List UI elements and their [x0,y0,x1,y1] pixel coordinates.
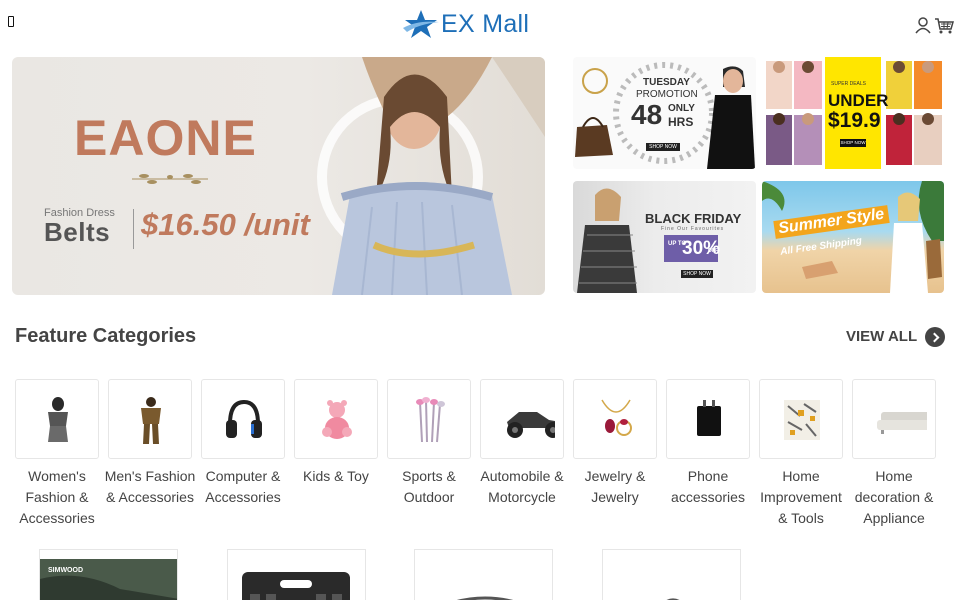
category-home-improvement[interactable]: Home Improvement & Tools [759,379,843,529]
product-image [40,559,177,600]
category-image-box[interactable] [108,379,192,459]
category-image-box[interactable] [666,379,750,459]
hero-model-image [317,57,545,295]
leaf-sprig-icon [132,174,208,184]
tools-icon [784,400,820,440]
category-label: Sports & Outdoor [402,468,456,505]
category-home-decoration[interactable]: Home decoration & Appliance [852,379,936,529]
sofa-icon [877,412,927,434]
category-image-box[interactable] [387,379,471,459]
atv-icon [507,412,555,438]
logo[interactable]: EX Mall [403,7,529,41]
category-mens-fashion[interactable]: Men's Fashion & Accessories [105,379,195,508]
black-friday-tagline: Fine Our Favourites [661,226,725,232]
black-friday-title: BLACK FRIDAY [645,211,742,226]
womens-outfit-icon [48,397,68,442]
black-friday-model-image [577,188,637,293]
charger-icon [697,400,721,436]
category-image-box[interactable] [759,379,843,459]
hero-divider [133,209,134,249]
category-label: Computer & Accessories [205,468,281,505]
menu-icon[interactable] [8,16,14,27]
tuesday-hrs: HRS [668,115,694,129]
summer-style-banner[interactable]: Summer Style All Free Shipping [762,181,944,293]
mens-outfit-icon [141,397,161,444]
chevron-right-icon[interactable] [925,327,945,347]
logo-text: EX Mall [441,9,530,38]
hero-banner[interactable]: EAONE Fashion Dress Belts $16.50 /unit [12,57,545,295]
product-card[interactable] [227,549,366,600]
under-top-text: SUPER DEALS [831,81,867,87]
category-label: Women's Fashion & Accessories [19,468,95,526]
feature-categories-title: Feature Categories [15,325,197,347]
tuesday-title: TUESDAY [643,77,690,88]
category-computer[interactable]: Computer & Accessories [201,379,285,508]
category-phone-accessories[interactable]: Phone accessories [666,379,750,508]
badge-off: OFF [708,248,718,254]
cart-icon[interactable] [934,18,954,34]
under-text: UNDER [828,91,889,110]
under-shop-now[interactable]: SHOP NOW [840,139,866,147]
category-image-box[interactable] [852,379,936,459]
category-label: Men's Fashion & Accessories [104,468,196,505]
tuesday-number: 48 [631,99,663,130]
category-label: Home decoration & Appliance [854,468,934,526]
category-image-box[interactable] [15,379,99,459]
star-logo-icon [403,10,439,38]
category-sports[interactable]: Sports & Outdoor [387,379,471,508]
under-price-banner[interactable]: SUPER DEALS UNDER $19.9 SHOP NOW [762,57,944,169]
category-label: Kids & Toy [303,468,369,484]
tuesday-only: ONLY [668,103,695,114]
tuesday-shop-now[interactable]: SHOP NOW [646,143,680,151]
jewelry-icon [601,399,632,436]
category-label: Jewelry & Jewelry [584,468,646,505]
category-jewelry[interactable]: Jewelry & Jewelry [573,379,657,508]
tuesday-promo-banner[interactable]: TUESDAY PROMOTION 48 ONLY HRS SHOP NOW [573,57,756,169]
product-image [666,598,680,600]
category-image-box[interactable] [480,379,564,459]
tool-case-image [242,572,350,600]
discount-badge: UP TO 30% OFF [664,235,720,262]
top-header: EX Mall [0,0,960,50]
under-price: $19.9 [828,109,881,132]
golf-clubs-icon [416,397,445,443]
category-label: Automobile & Motorcycle [480,468,564,505]
hero-product: Belts [44,217,111,247]
hero-brand: EAONE [74,110,257,166]
black-friday-banner[interactable]: BLACK FRIDAY Fine Our Favourites UP TO 3… [573,181,756,293]
category-label: Home Improvement & Tools [760,468,842,526]
user-icon[interactable] [914,16,932,34]
black-friday-shop-now[interactable]: SHOP NOW [681,270,713,278]
product-image [456,596,514,600]
product-card[interactable]: SIMWOOD [39,549,178,600]
product-card[interactable] [414,549,553,600]
category-label: Phone accessories [671,468,745,505]
category-image-box[interactable] [294,379,378,459]
category-kids-toy[interactable]: Kids & Toy [294,379,378,487]
tuesday-promo-image [575,62,755,169]
category-image-box[interactable] [573,379,657,459]
product-card[interactable] [602,549,741,600]
toy-icon [322,400,352,439]
hero-price: $16.50 /unit [141,207,310,242]
view-all-link[interactable]: VIEW ALL [846,328,917,345]
product-brand: SIMWOOD [48,567,83,574]
headphones-icon [226,399,262,438]
category-womens-fashion[interactable]: Women's Fashion & Accessories [15,379,99,529]
category-image-box[interactable] [201,379,285,459]
category-automobile[interactable]: Automobile & Motorcycle [480,379,564,508]
